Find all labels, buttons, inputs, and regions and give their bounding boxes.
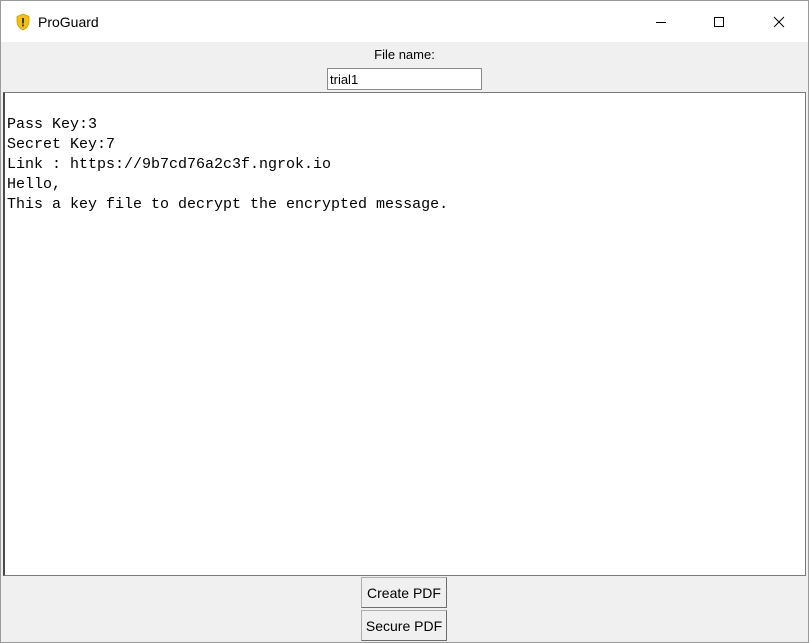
message-text-area[interactable]: Pass Key:3 Secret Key:7 Link : https://9… <box>3 92 806 576</box>
minimize-button[interactable] <box>632 1 690 42</box>
proguard-window: ProGuard File name: Pass Key:3 Secret Ke… <box>0 0 809 643</box>
window-title: ProGuard <box>38 14 99 30</box>
action-panel: Create PDF Secure PDF <box>1 576 808 642</box>
title-bar[interactable]: ProGuard <box>1 1 808 42</box>
text-line-greeting: Hello, <box>7 176 62 193</box>
text-line-link: Link : https://9b7cd76a2c3f.ngrok.io <box>7 156 332 173</box>
file-name-label: File name: <box>374 47 435 62</box>
close-icon <box>773 16 785 27</box>
maximize-button[interactable] <box>690 1 748 42</box>
text-line-message: This a key file to decrypt the encrypted… <box>7 196 449 213</box>
text-line-secret-key: Secret Key:7 <box>7 136 116 153</box>
close-button[interactable] <box>750 1 808 42</box>
text-line-pass-key: Pass Key:3 <box>7 116 98 133</box>
create-pdf-button[interactable]: Create PDF <box>361 577 447 608</box>
shield-icon <box>15 13 31 31</box>
minimize-icon <box>656 21 666 23</box>
file-name-panel: File name: <box>1 42 808 92</box>
maximize-icon <box>714 16 724 27</box>
file-name-input[interactable] <box>327 68 482 90</box>
secure-pdf-button[interactable]: Secure PDF <box>361 610 447 641</box>
